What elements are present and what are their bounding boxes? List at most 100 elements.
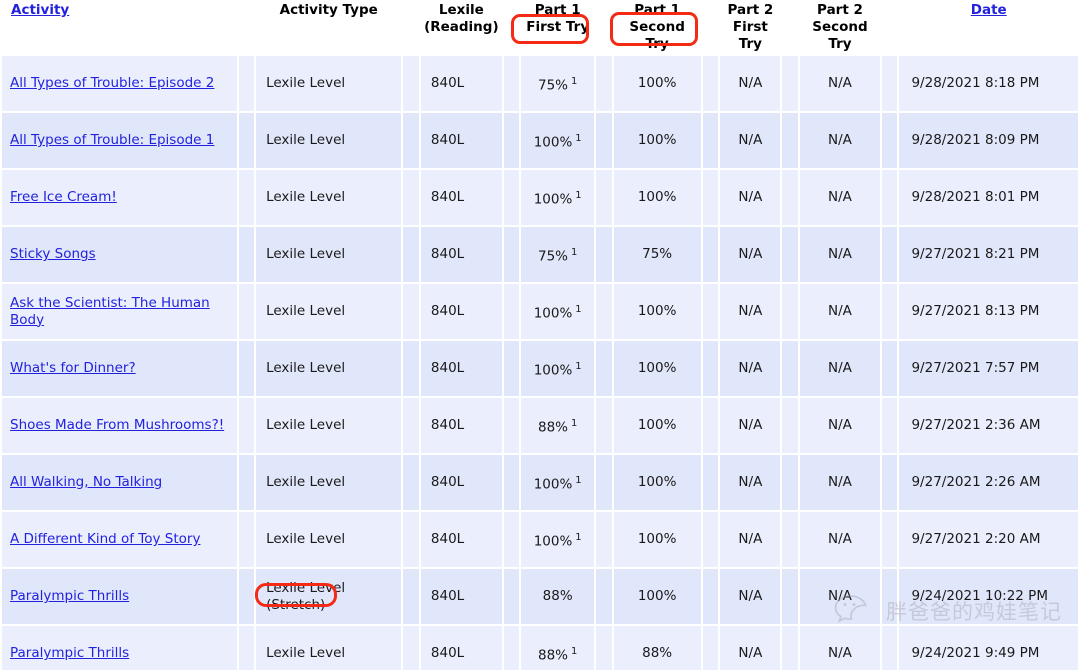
- cell-spacer: [596, 284, 612, 339]
- cell-spacer: [503, 227, 520, 282]
- cell-spacer: [403, 56, 419, 111]
- activity-link[interactable]: All Types of Trouble: Episode 2: [10, 75, 214, 91]
- cell-part2-second-try: N/A: [800, 170, 880, 225]
- activity-report-table: Activity Activity Type Lexile (Reading) …: [0, 0, 1080, 670]
- activity-link[interactable]: What's for Dinner?: [10, 360, 136, 376]
- cell-spacer: [702, 626, 719, 670]
- score-value: 100%: [533, 362, 573, 379]
- activity-link[interactable]: A Different Kind of Toy Story: [10, 531, 200, 547]
- cell-spacer: [238, 626, 255, 670]
- cell-lexile: 840L: [420, 455, 502, 510]
- cell-part2-first-try: N/A: [720, 56, 781, 111]
- activity-link[interactable]: Paralympic Thrills: [10, 645, 129, 661]
- cell-spacer: [403, 284, 419, 339]
- cell-part2-first-try: N/A: [720, 227, 781, 282]
- cell-date: 9/28/2021 8:09 PM: [899, 113, 1078, 168]
- column-header-lexile: Lexile (Reading): [420, 2, 502, 54]
- cell-spacer: [238, 398, 255, 453]
- cell-lexile: 840L: [420, 341, 502, 396]
- footnote-marker: 1: [575, 531, 582, 543]
- cell-part1-second-try: 100%: [613, 398, 701, 453]
- cell-part1-first-try: 100% 1: [521, 512, 594, 567]
- header-label-part2-line1: Part 2: [817, 2, 863, 18]
- activity-link[interactable]: Sticky Songs: [10, 246, 96, 262]
- cell-spacer: [881, 113, 898, 168]
- cell-part1-second-try: 100%: [613, 341, 701, 396]
- cell-spacer: [596, 569, 612, 624]
- cell-part1-first-try: 100% 1: [521, 113, 594, 168]
- footnote-marker: 1: [575, 189, 582, 201]
- cell-spacer: [238, 512, 255, 567]
- cell-spacer: [596, 56, 612, 111]
- cell-activity: All Types of Trouble: Episode 1: [2, 113, 237, 168]
- table-row: All Walking, No Talking Lexile Level 840L 1…: [2, 455, 1078, 510]
- cell-spacer: [782, 626, 799, 670]
- activity-type-label: Lexile Level: [266, 360, 346, 376]
- header-label-activity-type: Activity Type: [279, 2, 378, 18]
- activity-type-label: Lexile Level: [266, 579, 346, 596]
- activity-link[interactable]: All Types of Trouble: Episode 1: [10, 132, 214, 148]
- footnote-marker: 1: [575, 360, 582, 372]
- cell-date: 9/27/2021 2:36 AM: [899, 398, 1078, 453]
- cell-spacer: [503, 626, 520, 670]
- cell-spacer: [503, 284, 520, 339]
- cell-spacer: [238, 455, 255, 510]
- cell-lexile: 840L: [420, 284, 502, 339]
- cell-date: 9/27/2021 8:21 PM: [899, 227, 1078, 282]
- cell-spacer: [881, 512, 898, 567]
- cell-date: 9/27/2021 7:57 PM: [899, 341, 1078, 396]
- cell-spacer: [782, 284, 799, 339]
- cell-spacer: [881, 170, 898, 225]
- cell-spacer: [782, 113, 799, 168]
- cell-spacer: [881, 398, 898, 453]
- cell-part2-first-try: N/A: [720, 512, 781, 567]
- activity-link[interactable]: Paralympic Thrills: [10, 588, 129, 604]
- cell-activity: Shoes Made From Mushrooms?!: [2, 398, 237, 453]
- cell-part2-second-try: N/A: [800, 398, 880, 453]
- cell-part1-first-try: 75% 1: [521, 227, 594, 282]
- cell-spacer: [782, 227, 799, 282]
- score-value: 100%: [533, 533, 573, 550]
- cell-part1-first-try: 75% 1: [521, 56, 594, 111]
- sort-link-activity[interactable]: Activity: [11, 2, 69, 18]
- cell-part2-first-try: N/A: [720, 113, 781, 168]
- cell-part2-first-try: N/A: [720, 398, 781, 453]
- activity-link[interactable]: Ask the Scientist: The Human Body: [10, 295, 210, 328]
- cell-spacer: [238, 227, 255, 282]
- cell-spacer: [702, 170, 719, 225]
- cell-spacer: [702, 56, 719, 111]
- cell-date: 9/24/2021 9:49 PM: [899, 626, 1078, 670]
- activity-link[interactable]: Shoes Made From Mushrooms?!: [10, 417, 224, 433]
- cell-date: 9/27/2021 2:20 AM: [899, 512, 1078, 567]
- score-value: 88%: [537, 647, 568, 664]
- column-header-activity: Activity: [2, 2, 237, 54]
- activity-link[interactable]: All Walking, No Talking: [10, 474, 162, 490]
- table-row: All Types of Trouble: Episode 1 Lexile Le…: [2, 113, 1078, 168]
- cell-spacer: [238, 113, 255, 168]
- score-value: 100%: [533, 305, 573, 322]
- cell-part1-first-try: 100% 1: [521, 284, 594, 339]
- cell-spacer: [782, 398, 799, 453]
- cell-spacer: [238, 284, 255, 339]
- cell-spacer: [503, 170, 520, 225]
- sort-link-date[interactable]: Date: [971, 2, 1007, 18]
- cell-part2-first-try: N/A: [720, 284, 781, 339]
- cell-spacer: [403, 341, 419, 396]
- table-row: All Types of Trouble: Episode 2 Lexile Le…: [2, 56, 1078, 111]
- cell-part1-second-try: 100%: [613, 170, 701, 225]
- cell-spacer: [238, 56, 255, 111]
- cell-part1-first-try: 88% 1: [521, 398, 594, 453]
- cell-spacer: [403, 569, 419, 624]
- activity-link[interactable]: Free Ice Cream!: [10, 189, 117, 205]
- cell-part1-first-try: 88% 1: [521, 626, 594, 670]
- header-spacer: [782, 2, 799, 54]
- cell-spacer: [403, 170, 419, 225]
- cell-spacer: [596, 398, 612, 453]
- cell-part2-first-try: N/A: [720, 569, 781, 624]
- cell-part2-second-try: N/A: [800, 227, 880, 282]
- cell-date: 9/24/2021 10:22 PM: [899, 569, 1078, 624]
- cell-date: 9/27/2021 8:13 PM: [899, 284, 1078, 339]
- footnote-marker: 1: [571, 246, 578, 258]
- cell-spacer: [403, 626, 419, 670]
- footnote-marker: 1: [575, 474, 582, 486]
